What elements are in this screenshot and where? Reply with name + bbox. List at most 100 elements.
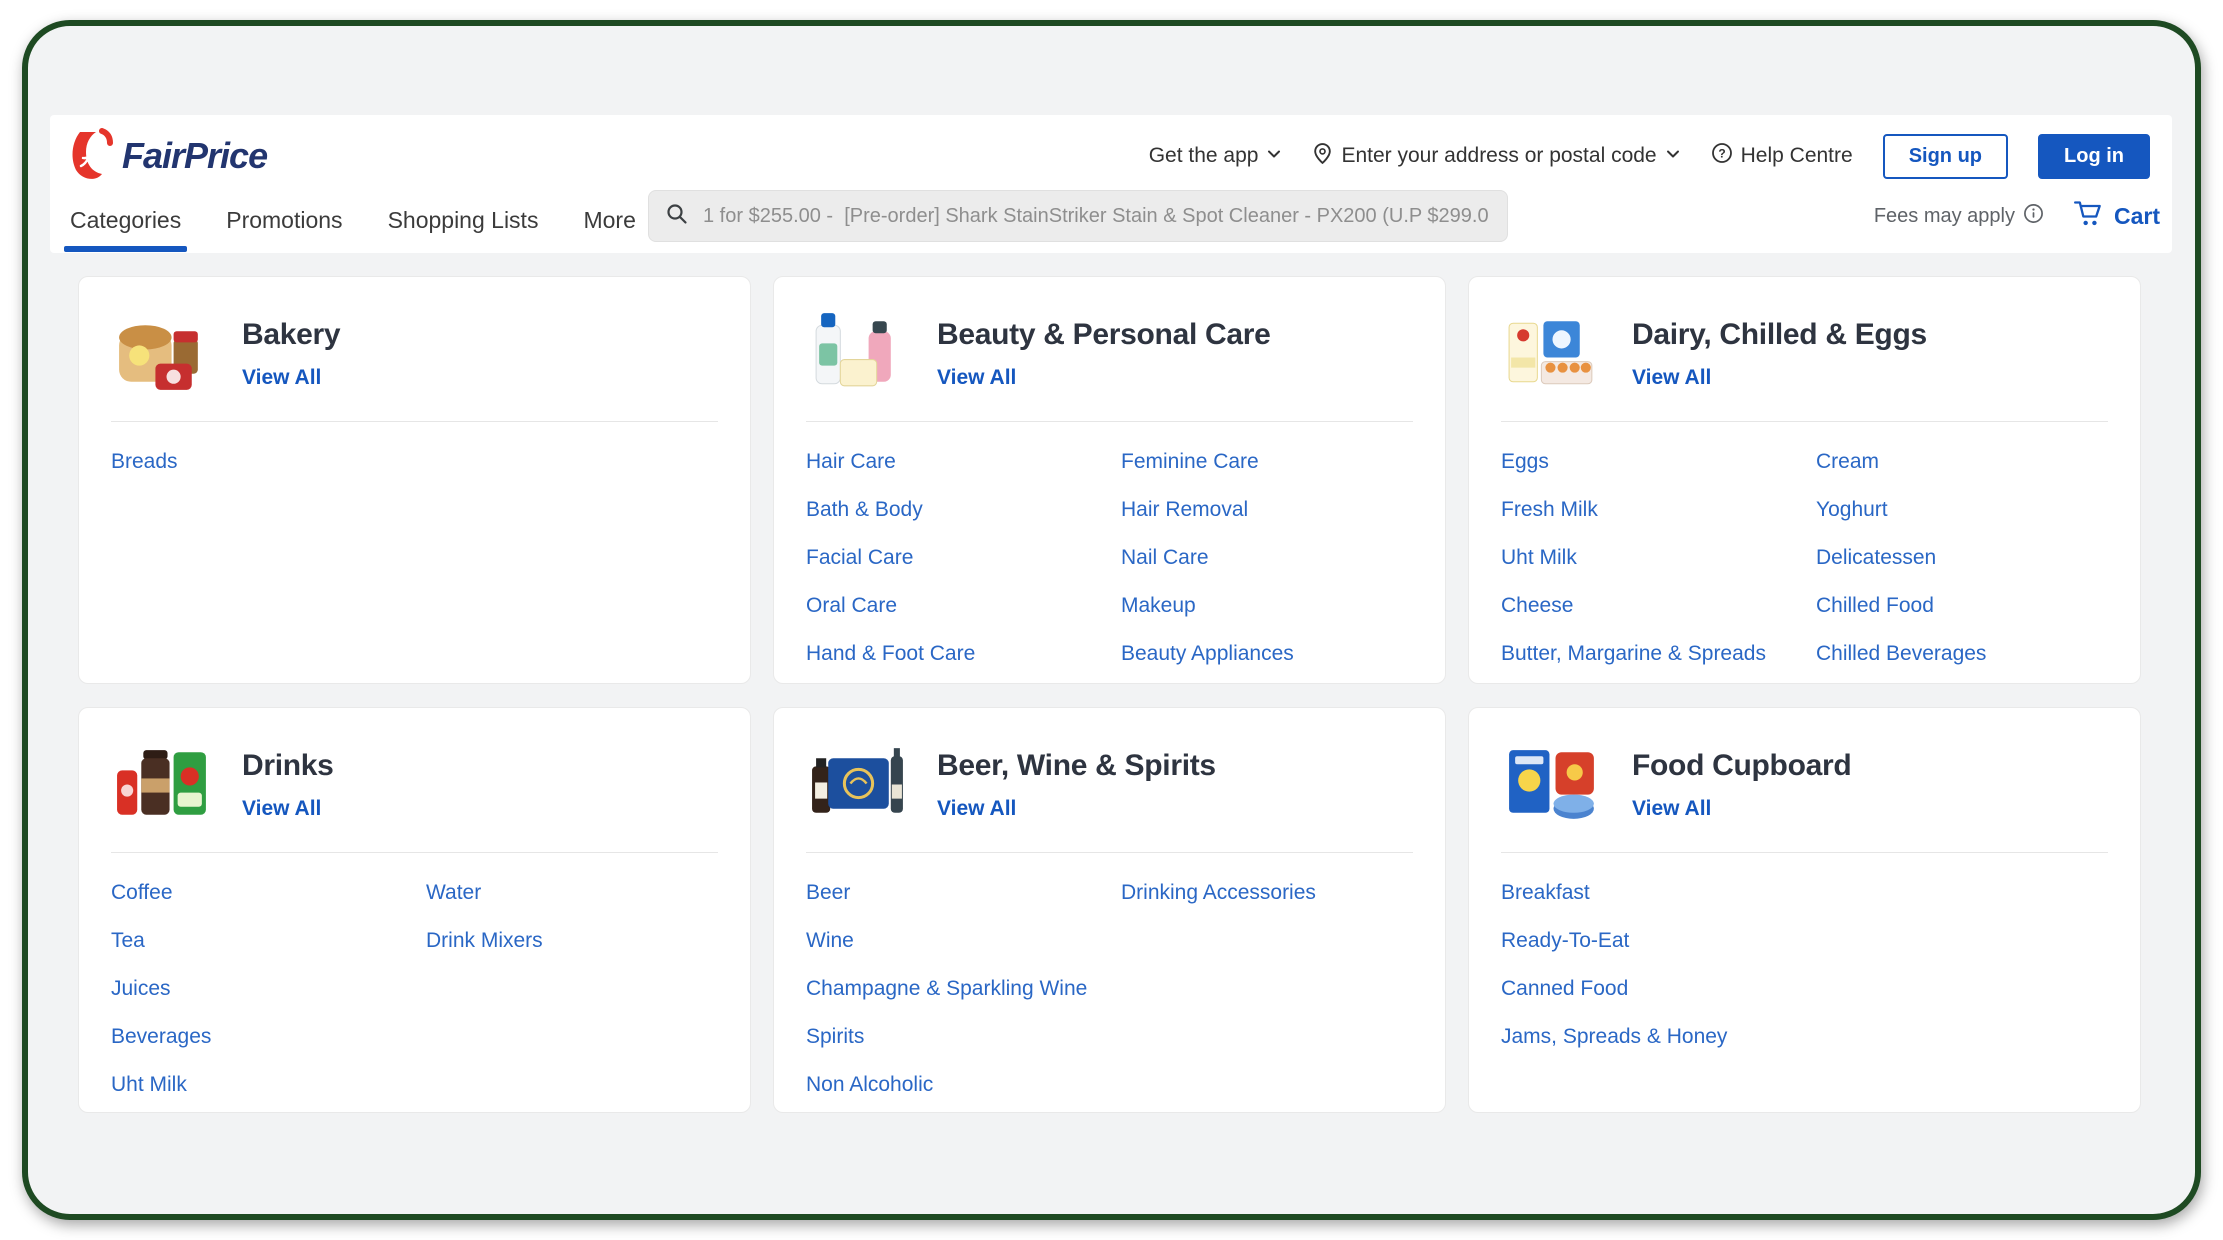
category-link-delicatessen[interactable]: Delicatessen xyxy=(1816,534,2108,582)
log-in-button[interactable]: Log in xyxy=(2038,134,2150,179)
category-link-wine[interactable]: Wine xyxy=(806,917,1121,965)
question-mark-icon: ? xyxy=(1711,142,1733,170)
logo-text: FairPrice xyxy=(122,135,267,177)
card-links: CoffeeTeaJuicesBeveragesUht Milk WaterDr… xyxy=(79,853,750,1109)
category-link-breads[interactable]: Breads xyxy=(111,438,426,486)
window-frame: FairPrice Get the app Enter your address… xyxy=(22,20,2201,1220)
chevron-down-icon xyxy=(1266,144,1282,168)
card-links: Breads xyxy=(79,422,750,486)
view-all-link[interactable]: View All xyxy=(242,797,321,821)
category-link-fresh-milk[interactable]: Fresh Milk xyxy=(1501,486,1816,534)
category-link-butter-margarine-spreads[interactable]: Butter, Margarine & Spreads xyxy=(1501,630,1816,678)
category-card-bakery: Bakery View All Breads xyxy=(78,276,751,684)
card-links-column-2: Drinking Accessories xyxy=(1121,869,1413,917)
category-link-drinking-accessories[interactable]: Drinking Accessories xyxy=(1121,869,1413,917)
cart-label: Cart xyxy=(2114,203,2160,230)
site-header: FairPrice Get the app Enter your address… xyxy=(50,115,2172,253)
category-link-juices[interactable]: Juices xyxy=(111,965,426,1013)
sign-up-button[interactable]: Sign up xyxy=(1883,134,2008,179)
category-link-water[interactable]: Water xyxy=(426,869,718,917)
category-link-nail-care[interactable]: Nail Care xyxy=(1121,534,1413,582)
category-link-uht-milk[interactable]: Uht Milk xyxy=(1501,534,1816,582)
card-head: Dairy, Chilled & Eggs View All xyxy=(1469,277,2140,406)
category-link-uht-milk[interactable]: Uht Milk xyxy=(111,1061,426,1109)
category-link-hair-removal[interactable]: Hair Removal xyxy=(1121,486,1413,534)
info-icon[interactable] xyxy=(2023,203,2044,230)
main-nav: Categories Promotions Shopping Lists More xyxy=(70,207,636,252)
view-all-link[interactable]: View All xyxy=(937,797,1016,821)
card-title: Beer, Wine & Spirits xyxy=(937,749,1216,783)
card-head-text: Drinks View All xyxy=(242,749,334,821)
card-links-column-1: BeerWineChampagne & Sparkling WineSpirit… xyxy=(806,869,1121,1109)
category-link-makeup[interactable]: Makeup xyxy=(1121,582,1413,630)
card-head-text: Food Cupboard View All xyxy=(1632,749,1851,821)
category-card-beauty-personal-care: Beauty & Personal Care View All Hair Car… xyxy=(773,276,1446,684)
card-head: Bakery View All xyxy=(79,277,750,406)
svg-text:?: ? xyxy=(1718,147,1725,161)
category-link-eggs[interactable]: Eggs xyxy=(1501,438,1816,486)
card-links: EggsFresh MilkUht MilkCheeseButter, Marg… xyxy=(1469,422,2140,678)
card-head-text: Beer, Wine & Spirits View All xyxy=(937,749,1216,821)
category-link-beauty-appliances[interactable]: Beauty Appliances xyxy=(1121,630,1413,678)
category-link-bath-body[interactable]: Bath & Body xyxy=(806,486,1121,534)
category-link-tea[interactable]: Tea xyxy=(111,917,426,965)
drinks-category-image xyxy=(111,732,216,837)
card-title: Drinks xyxy=(242,749,334,783)
card-head-text: Bakery View All xyxy=(242,318,340,390)
nav-tab-promotions[interactable]: Promotions xyxy=(226,207,342,252)
category-link-jams-spreads-honey[interactable]: Jams, Spreads & Honey xyxy=(1501,1013,1816,1061)
card-links-column-2: Feminine CareHair RemovalNail CareMakeup… xyxy=(1121,438,1413,678)
nav-tab-categories[interactable]: Categories xyxy=(70,207,181,252)
category-link-yoghurt[interactable]: Yoghurt xyxy=(1816,486,2108,534)
cart-button[interactable]: Cart xyxy=(2072,199,2160,233)
category-link-beverages[interactable]: Beverages xyxy=(111,1013,426,1061)
view-all-link[interactable]: View All xyxy=(1632,797,1711,821)
nav-tab-more[interactable]: More xyxy=(583,207,635,252)
category-link-champagne-sparkling-wine[interactable]: Champagne & Sparkling Wine xyxy=(806,965,1121,1013)
card-links-column-1: Breads xyxy=(111,438,426,486)
food-category-image xyxy=(1501,732,1606,837)
category-link-feminine-care[interactable]: Feminine Care xyxy=(1121,438,1413,486)
card-links: BeerWineChampagne & Sparkling WineSpirit… xyxy=(774,853,1445,1109)
category-link-cream[interactable]: Cream xyxy=(1816,438,2108,486)
header-utility-links: Get the app Enter your address or postal… xyxy=(1149,134,2150,179)
card-links: BreakfastReady-To-EatCanned FoodJams, Sp… xyxy=(1469,853,2140,1061)
category-link-facial-care[interactable]: Facial Care xyxy=(806,534,1121,582)
address-selector-label: Enter your address or postal code xyxy=(1341,144,1656,168)
category-link-canned-food[interactable]: Canned Food xyxy=(1501,965,1816,1013)
help-centre-link[interactable]: ? Help Centre xyxy=(1711,142,1853,170)
address-selector[interactable]: Enter your address or postal code xyxy=(1312,142,1680,171)
card-head-text: Dairy, Chilled & Eggs View All xyxy=(1632,318,1927,390)
search-icon xyxy=(665,202,689,231)
nav-tab-shopping-lists[interactable]: Shopping Lists xyxy=(388,207,539,252)
fairprice-logo[interactable]: FairPrice xyxy=(68,128,267,185)
cart-icon xyxy=(2072,199,2104,233)
category-link-spirits[interactable]: Spirits xyxy=(806,1013,1121,1061)
category-card-dairy-chilled-eggs: Dairy, Chilled & Eggs View All EggsFresh… xyxy=(1468,276,2141,684)
card-head: Beauty & Personal Care View All xyxy=(774,277,1445,406)
category-link-cheese[interactable]: Cheese xyxy=(1501,582,1816,630)
view-all-link[interactable]: View All xyxy=(937,366,1016,390)
card-head: Drinks View All xyxy=(79,708,750,837)
search-bar[interactable] xyxy=(648,190,1508,242)
help-centre-label: Help Centre xyxy=(1741,144,1853,168)
category-link-oral-care[interactable]: Oral Care xyxy=(806,582,1121,630)
category-link-beer[interactable]: Beer xyxy=(806,869,1121,917)
card-links-column-1: CoffeeTeaJuicesBeveragesUht Milk xyxy=(111,869,426,1109)
category-link-hand-foot-care[interactable]: Hand & Foot Care xyxy=(806,630,1121,678)
category-link-ready-to-eat[interactable]: Ready-To-Eat xyxy=(1501,917,1816,965)
get-the-app-button[interactable]: Get the app xyxy=(1149,144,1283,168)
view-all-link[interactable]: View All xyxy=(1632,366,1711,390)
category-link-breakfast[interactable]: Breakfast xyxy=(1501,869,1816,917)
card-head-text: Beauty & Personal Care View All xyxy=(937,318,1271,390)
category-link-chilled-food[interactable]: Chilled Food xyxy=(1816,582,2108,630)
beauty-category-image xyxy=(806,301,911,406)
card-links-column-1: Hair CareBath & BodyFacial CareOral Care… xyxy=(806,438,1121,678)
category-link-coffee[interactable]: Coffee xyxy=(111,869,426,917)
category-link-drink-mixers[interactable]: Drink Mixers xyxy=(426,917,718,965)
search-input[interactable] xyxy=(701,204,1491,229)
view-all-link[interactable]: View All xyxy=(242,366,321,390)
category-link-hair-care[interactable]: Hair Care xyxy=(806,438,1121,486)
category-link-chilled-beverages[interactable]: Chilled Beverages xyxy=(1816,630,2108,678)
category-link-non-alcoholic[interactable]: Non Alcoholic xyxy=(806,1061,1121,1109)
